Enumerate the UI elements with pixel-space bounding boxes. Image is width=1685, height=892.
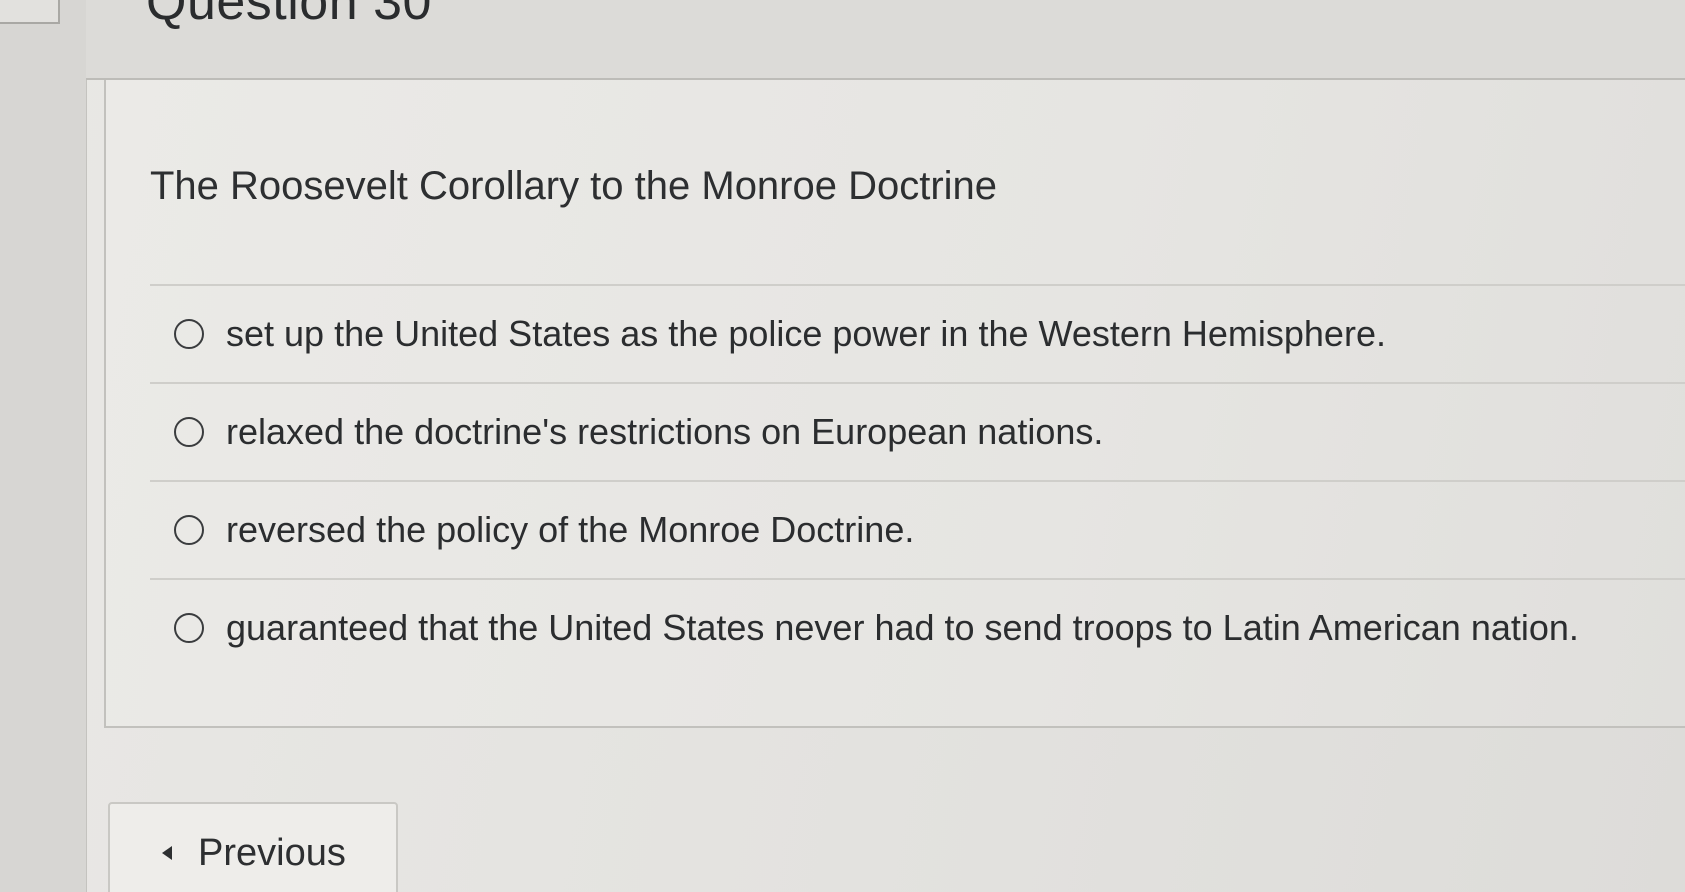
quiz-page: Question 30 The Roosevelt Corollary to t… [0, 0, 1685, 892]
answer-option[interactable]: set up the United States as the police p… [150, 286, 1685, 384]
question-stem: The Roosevelt Corollary to the Monroe Do… [150, 164, 998, 208]
answer-label[interactable]: set up the United States as the police p… [226, 313, 1386, 355]
answer-option[interactable]: relaxed the doctrine's restrictions on E… [150, 384, 1685, 482]
previous-label: Previous [198, 832, 346, 874]
answer-option[interactable]: guaranteed that the United States never … [150, 580, 1685, 676]
answer-label[interactable]: reversed the policy of the Monroe Doctri… [226, 509, 914, 551]
question-body: The Roosevelt Corollary to the Monroe Do… [104, 80, 1685, 728]
question-header: Question 30 [86, 0, 1685, 80]
question-title: Question 30 [146, 0, 432, 31]
caret-left-icon [162, 846, 172, 860]
answer-list: set up the United States as the police p… [150, 284, 1685, 676]
answer-label[interactable]: guaranteed that the United States never … [226, 607, 1579, 649]
answer-label[interactable]: relaxed the doctrine's restrictions on E… [226, 411, 1103, 453]
left-gutter [0, 0, 87, 892]
radio-button[interactable] [174, 515, 204, 545]
radio-button[interactable] [174, 319, 204, 349]
previous-button[interactable]: Previous [108, 802, 398, 892]
radio-button[interactable] [174, 417, 204, 447]
radio-button[interactable] [174, 613, 204, 643]
answer-option[interactable]: reversed the policy of the Monroe Doctri… [150, 482, 1685, 580]
flag-question-icon[interactable] [0, 0, 60, 24]
